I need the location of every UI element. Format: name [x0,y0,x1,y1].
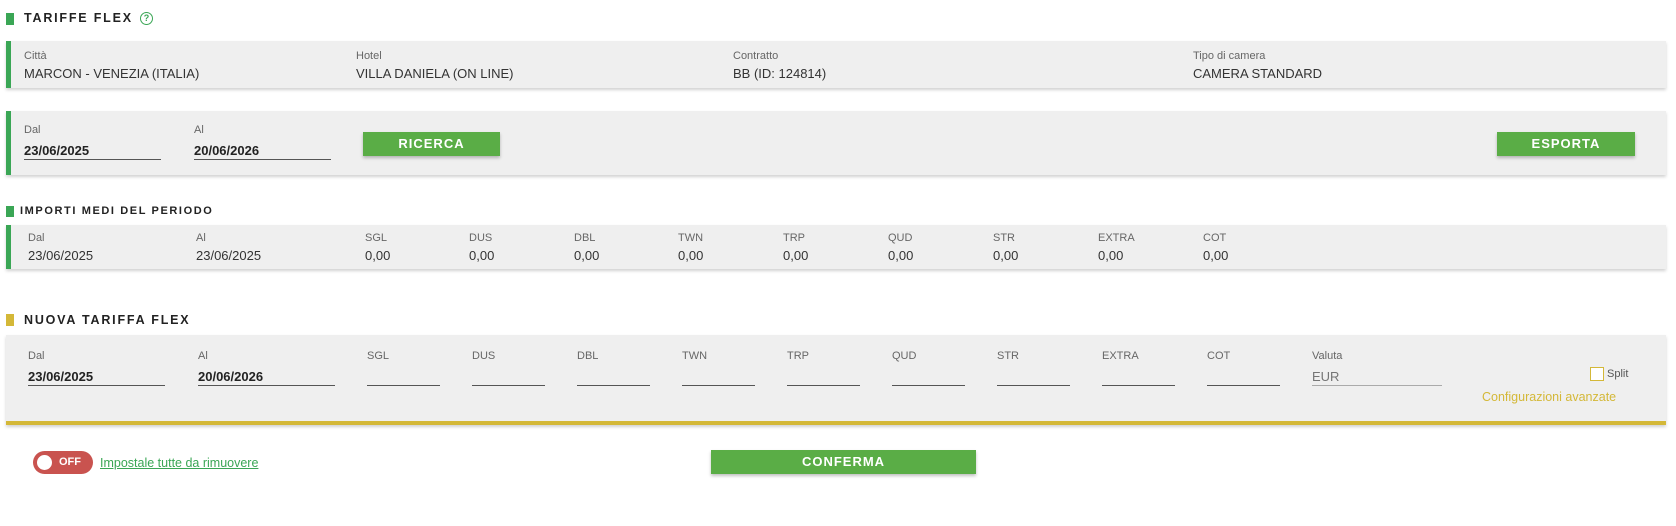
rate-col-label: TWN [682,350,708,362]
avg-col-value: 0,00 [993,248,1019,263]
str-input[interactable] [997,367,1070,386]
hotel-label: Hotel [356,50,382,62]
rate-col-label: DBL [577,350,599,362]
new-rate-title: NUOVA TARIFFA FLEX [24,313,191,327]
toggle-state-label: OFF [59,456,81,468]
avg-to-label: Al [196,232,206,244]
to-date-label: Al [194,124,204,136]
avg-col-label: DUS [469,232,493,244]
rate-col-label: SGL [367,350,390,362]
to-date-input[interactable] [194,141,331,160]
new-to-label: Al [198,350,208,362]
confirm-button[interactable]: CONFERMA [711,450,976,474]
avg-col-value: 0,00 [469,248,495,263]
avg-col-label: STR [993,232,1015,244]
avg-col-label: SGL [365,232,388,244]
panel-accent-bar [6,225,11,269]
twn-input[interactable] [682,367,755,386]
remove-all-toggle[interactable]: OFF [33,451,93,474]
contract-value: BB (ID: 124814) [733,66,827,81]
toggle-knob [37,455,52,470]
from-date-input[interactable] [24,141,161,160]
room-type-value: CAMERA STANDARD [1193,66,1323,81]
search-button[interactable]: RICERCA [363,132,500,156]
rate-col-label: EXTRA [1102,350,1139,362]
advanced-config-link[interactable]: Configurazioni avanzate [1482,390,1616,404]
avg-col-label: EXTRA [1098,232,1135,244]
info-panel: Città MARCON - VENEZIA (ITALIA) Hotel VI… [6,41,1666,88]
avg-col-value: 0,00 [888,248,914,263]
section-marker [6,13,14,25]
trp-input[interactable] [787,367,860,386]
avg-col-value: 0,00 [1203,248,1229,263]
avg-col-value: 0,00 [783,248,809,263]
avg-col-value: 0,00 [1098,248,1124,263]
dbl-input[interactable] [577,367,650,386]
panel-accent-bar [6,41,11,88]
new-to-date-input[interactable] [198,367,335,386]
cot-input[interactable] [1207,367,1280,386]
help-icon[interactable]: ? [140,12,153,25]
new-from-label: Dal [28,350,45,362]
currency-label: Valuta [1312,350,1343,362]
section-marker [6,314,14,326]
avg-col-label: QUD [888,232,913,244]
export-button[interactable]: ESPORTA [1497,132,1635,156]
search-panel: Dal Al RICERCA ESPORTA [6,111,1666,175]
room-type-label: Tipo di camera [1193,50,1266,62]
city-label: Città [24,50,47,62]
from-date-label: Dal [24,124,41,136]
currency-input[interactable] [1312,367,1442,386]
remove-all-link[interactable]: Impostale tutte da rimuovere [100,456,258,470]
split-checkbox[interactable] [1590,367,1604,381]
averages-panel: Dal 23/06/2025 Al 23/06/2025 SGL 0,00 DU… [6,225,1666,269]
dus-input[interactable] [472,367,545,386]
qud-input[interactable] [892,367,965,386]
avg-from-label: Dal [28,232,45,244]
city-value: MARCON - VENEZIA (ITALIA) [24,66,200,81]
rate-col-label: COT [1207,350,1231,362]
avg-col-label: TRP [783,232,805,244]
new-rate-panel: Dal Al SGL DUS DBL TWN TRP QUD STR EXTRA… [6,335,1666,425]
split-label: Split [1607,368,1629,380]
rate-col-label: DUS [472,350,496,362]
avg-col-label: TWN [678,232,704,244]
panel-accent-bar [6,111,11,175]
avg-col-value: 0,00 [574,248,600,263]
hotel-value: VILLA DANIELA (ON LINE) [356,66,514,81]
contract-label: Contratto [733,50,779,62]
sgl-input[interactable] [367,367,440,386]
avg-col-label: COT [1203,232,1227,244]
avg-to-value: 23/06/2025 [196,248,262,263]
section-marker [6,206,14,217]
page-title: TARIFFE FLEX [24,11,133,25]
new-from-date-input[interactable] [28,367,165,386]
avg-col-label: DBL [574,232,596,244]
rate-col-label: QUD [892,350,917,362]
averages-title: IMPORTI MEDI DEL PERIODO [20,205,214,217]
avg-col-value: 0,00 [365,248,391,263]
rate-col-label: STR [997,350,1019,362]
rate-col-label: TRP [787,350,809,362]
avg-col-value: 0,00 [678,248,704,263]
extra-input[interactable] [1102,367,1175,386]
avg-from-value: 23/06/2025 [28,248,94,263]
